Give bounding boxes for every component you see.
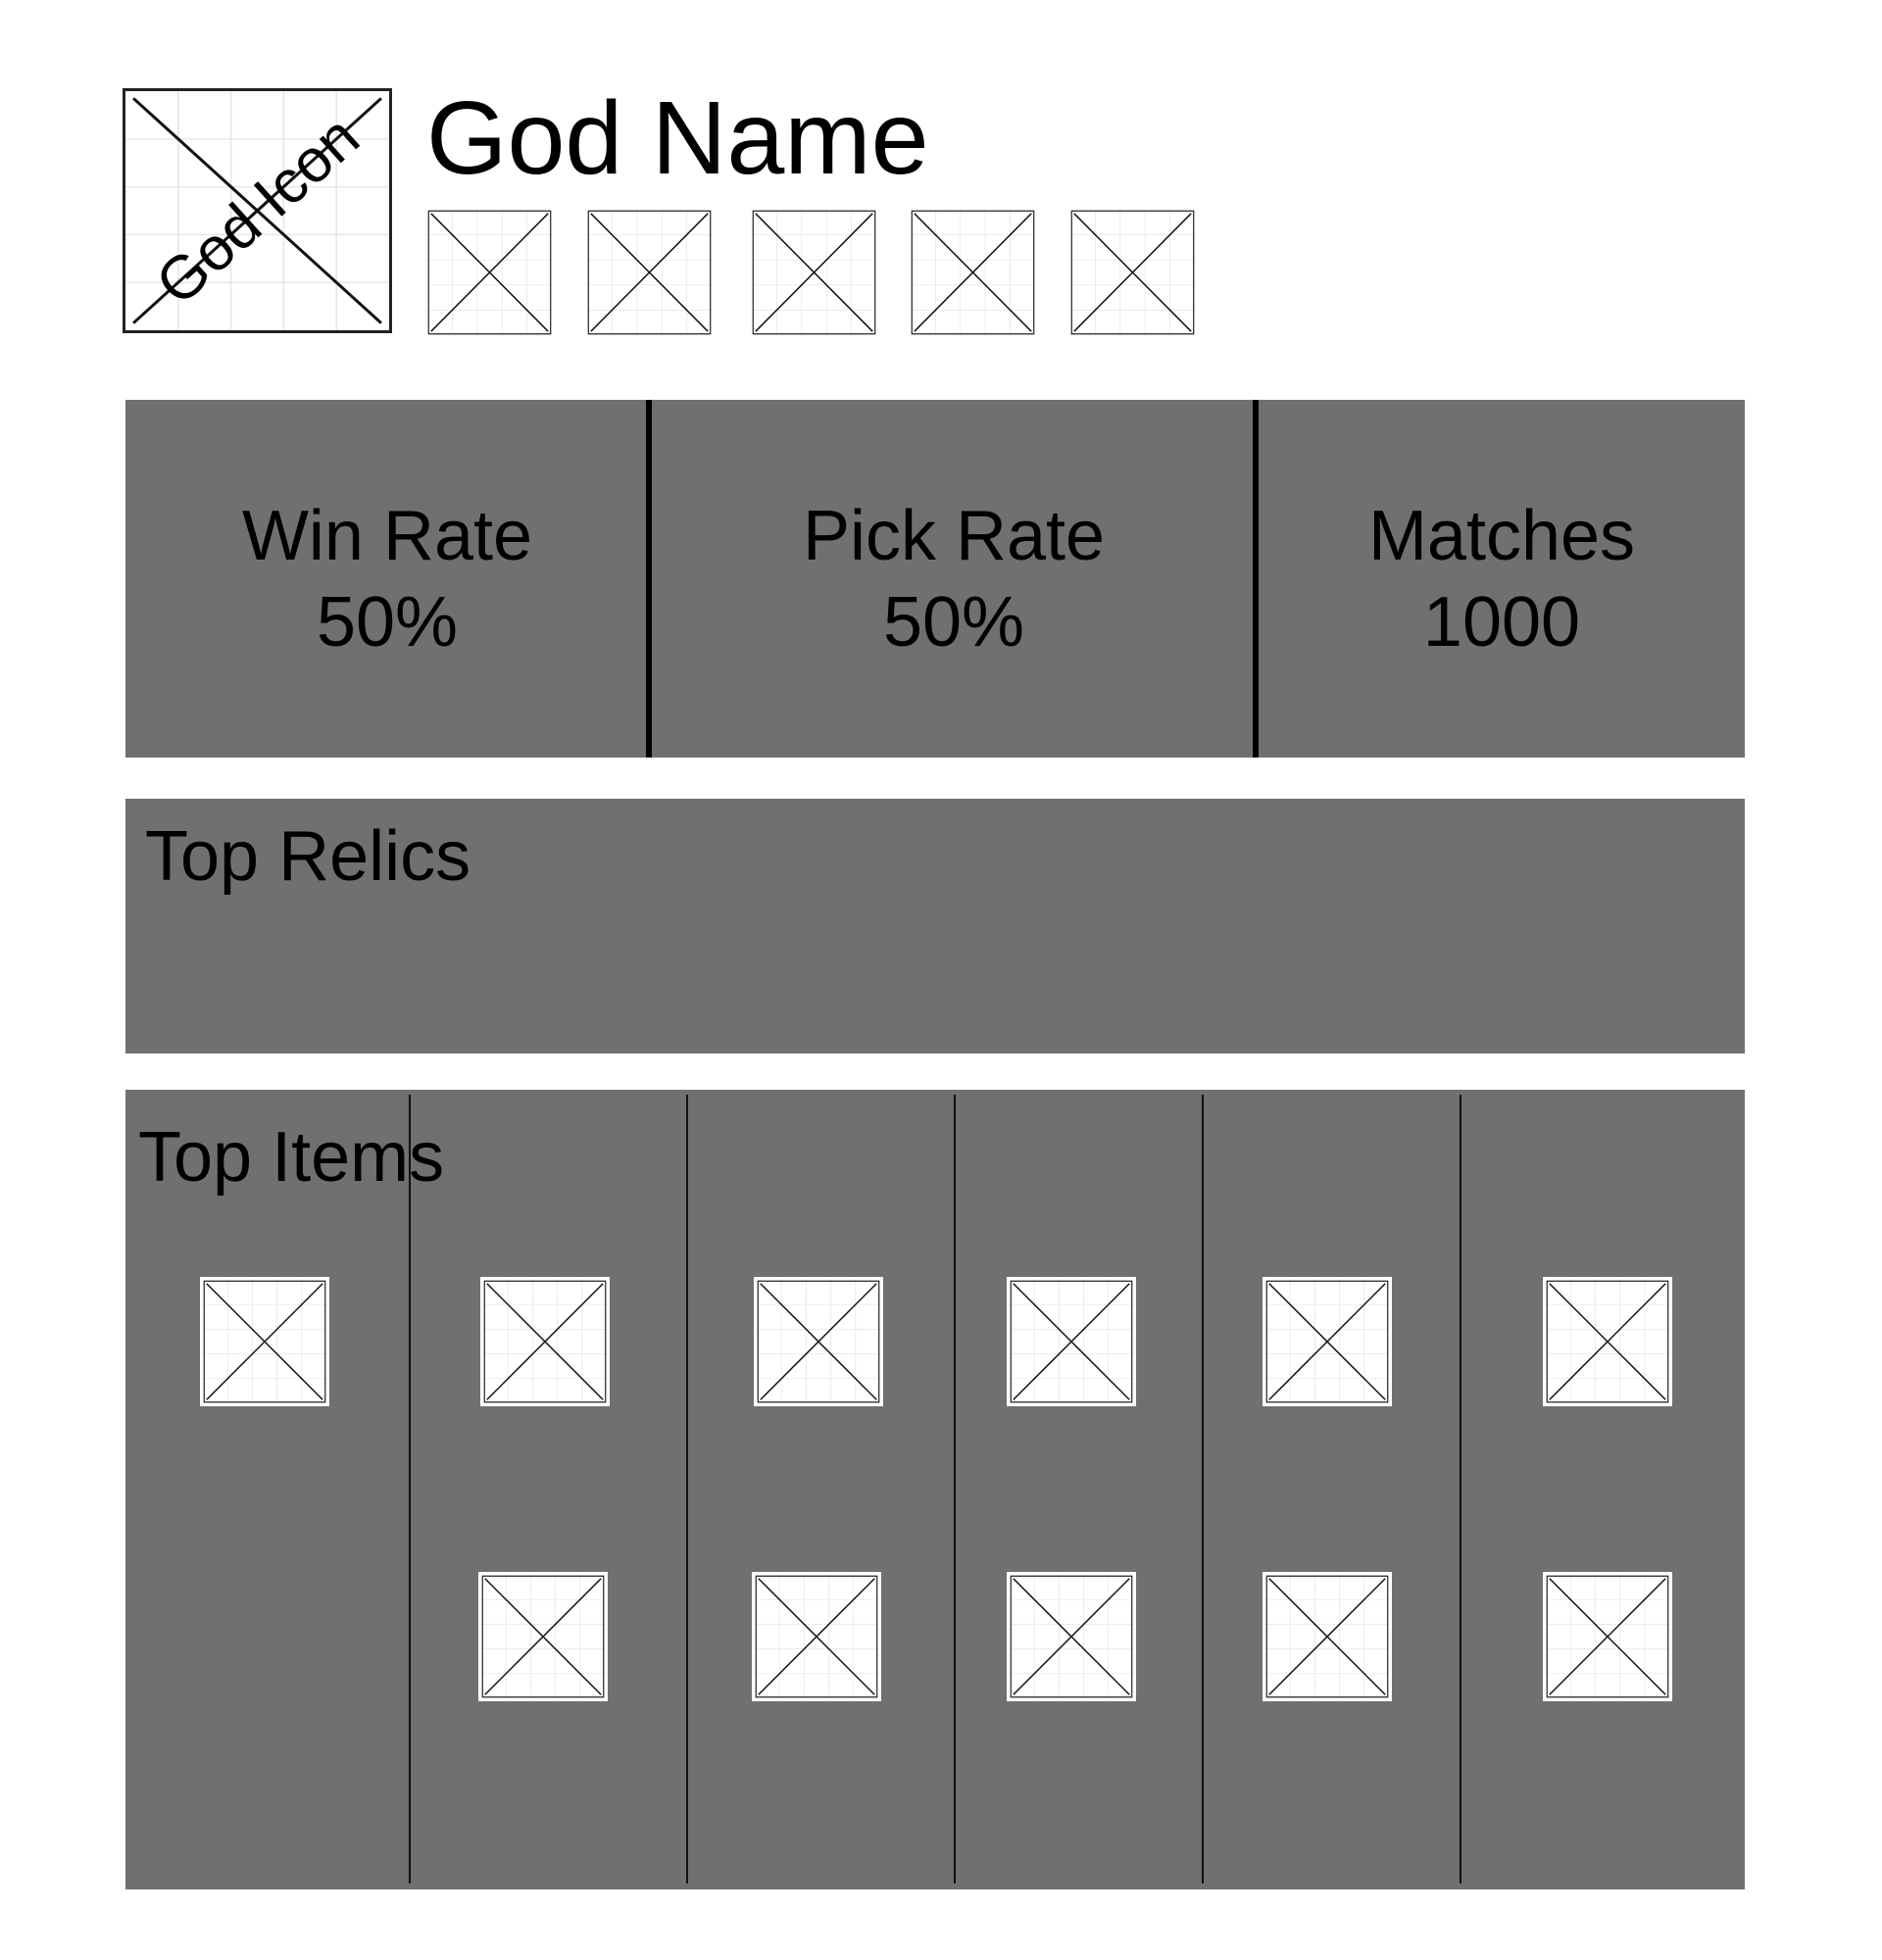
top-items-panel: Top Items [125,1090,1745,1889]
item-icon[interactable] [1263,1277,1392,1406]
item-icon[interactable] [200,1277,329,1406]
image-placeholder-icon [911,210,1035,335]
item-icon[interactable] [752,1572,881,1701]
stat-pick-rate: Pick Rate 50% [652,400,1256,758]
image-placeholder-icon [1265,1575,1389,1698]
column-divider [954,1095,956,1884]
stat-label: Pick Rate [802,496,1106,575]
image-placeholder-icon [1010,1575,1133,1698]
image-placeholder-icon [483,1280,607,1403]
image-placeholder-icon [587,210,712,335]
item-icon[interactable] [478,1572,608,1701]
ability-icon-5[interactable] [1070,210,1195,335]
stat-value: 1000 [1422,582,1581,662]
stat-matches: Matches 1000 [1259,400,1745,758]
top-relics-title: Top Relics [145,817,471,896]
image-placeholder-icon [752,210,876,335]
item-icon[interactable] [1007,1572,1136,1701]
image-placeholder-icon [203,1280,326,1403]
stats-panel: Win Rate 50% Pick Rate 50% Matches 1000 [125,400,1745,758]
column-divider [686,1095,688,1884]
ability-icon-1[interactable] [427,210,552,335]
image-placeholder-icon [1546,1280,1669,1403]
god-icon-placeholder: God Icon [123,88,392,333]
image-placeholder-icon [1070,210,1195,335]
stat-label: Matches [1367,496,1636,575]
item-icon[interactable] [754,1277,883,1406]
image-placeholder-icon [1010,1280,1133,1403]
top-items-title: Top Items [138,1118,445,1197]
image-placeholder-icon [481,1575,605,1698]
item-icon[interactable] [1543,1277,1672,1406]
top-relics-panel: Top Relics [125,799,1745,1054]
item-icon[interactable] [480,1277,610,1406]
image-placeholder-icon [427,210,552,335]
column-divider [409,1095,411,1884]
ability-icon-3[interactable] [752,210,876,335]
ability-icon-4[interactable] [911,210,1035,335]
god-name: God Name [426,80,929,196]
image-placeholder-icon [755,1575,878,1698]
stat-value: 50% [316,582,459,662]
stat-win-rate: Win Rate 50% [125,400,649,758]
item-icon[interactable] [1263,1572,1392,1701]
stat-label: Win Rate [241,496,533,575]
ability-icon-2[interactable] [587,210,712,335]
column-divider [1460,1095,1461,1884]
image-placeholder-icon [757,1280,880,1403]
image-placeholder-icon [1265,1280,1389,1403]
item-icon[interactable] [1007,1277,1136,1406]
item-icon[interactable] [1543,1572,1672,1701]
image-placeholder-icon [1546,1575,1669,1698]
stat-value: 50% [882,582,1025,662]
column-divider [1202,1095,1204,1884]
